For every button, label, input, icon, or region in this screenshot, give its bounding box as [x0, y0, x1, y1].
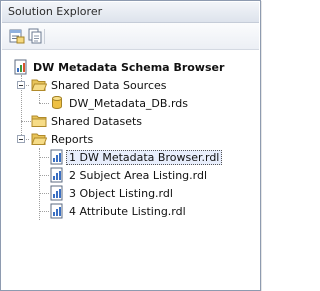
report-icon [49, 185, 65, 201]
toolbar [2, 23, 259, 50]
folder-label: Shared Datasets [51, 114, 143, 128]
folder-label: Reports [51, 132, 94, 146]
report-label: 1 DW Metadata Browser.rdl [66, 149, 223, 165]
folder-icon [31, 113, 47, 129]
tree-connector [39, 148, 40, 220]
tree-connector [39, 157, 49, 158]
report-label: 2 Subject Area Listing.rdl [69, 168, 208, 182]
tree-item-shared-datasets[interactable]: Shared Datasets [31, 112, 142, 130]
tree-item-report[interactable]: 2 Subject Area Listing.rdl [49, 166, 207, 184]
report-icon [49, 149, 65, 165]
folder-label: Shared Data Sources [51, 78, 167, 92]
solution-explorer-panel: Solution Explorer DW Metadata Schema Bro… [0, 0, 261, 291]
collapse-icon[interactable] [17, 135, 25, 143]
folder-open-icon [31, 77, 48, 93]
tree-connector [39, 103, 49, 104]
tree-item-report[interactable]: 4 Attribute Listing.rdl [49, 202, 186, 220]
show-all-files-icon[interactable] [27, 28, 43, 44]
tree-connector [21, 121, 31, 122]
report-label: 3 Object Listing.rdl [69, 186, 173, 200]
toolbar-separator [44, 29, 45, 44]
project-label: DW Metadata Schema Browser [33, 60, 225, 74]
report-icon [49, 167, 65, 183]
collapse-icon[interactable] [17, 81, 25, 89]
properties-icon[interactable] [9, 28, 25, 44]
tree-item-report[interactable]: 3 Object Listing.rdl [49, 184, 173, 202]
tree-connector [39, 94, 40, 103]
folder-open-icon [31, 131, 48, 147]
tree-item-project[interactable]: DW Metadata Schema Browser [13, 58, 224, 76]
panel-title-bar: Solution Explorer [2, 2, 259, 23]
tree-item-shared-data-sources[interactable]: Shared Data Sources [31, 76, 167, 94]
database-icon [49, 95, 65, 111]
tree-item-data-source[interactable]: DW_Metadata_DB.rds [49, 94, 188, 112]
data-source-label: DW_Metadata_DB.rds [69, 96, 188, 110]
tree-connector [39, 175, 49, 176]
panel-title: Solution Explorer [8, 5, 103, 18]
tree-connector [39, 193, 49, 194]
report-label: 4 Attribute Listing.rdl [69, 204, 186, 218]
tree-connector [39, 211, 49, 212]
solution-tree: DW Metadata Schema Browser Shared Data S… [2, 50, 259, 289]
report-icon [49, 203, 65, 219]
project-icon [13, 59, 29, 75]
tree-item-reports[interactable]: Reports [31, 130, 93, 148]
tree-item-report[interactable]: 1 DW Metadata Browser.rdl [49, 148, 223, 166]
